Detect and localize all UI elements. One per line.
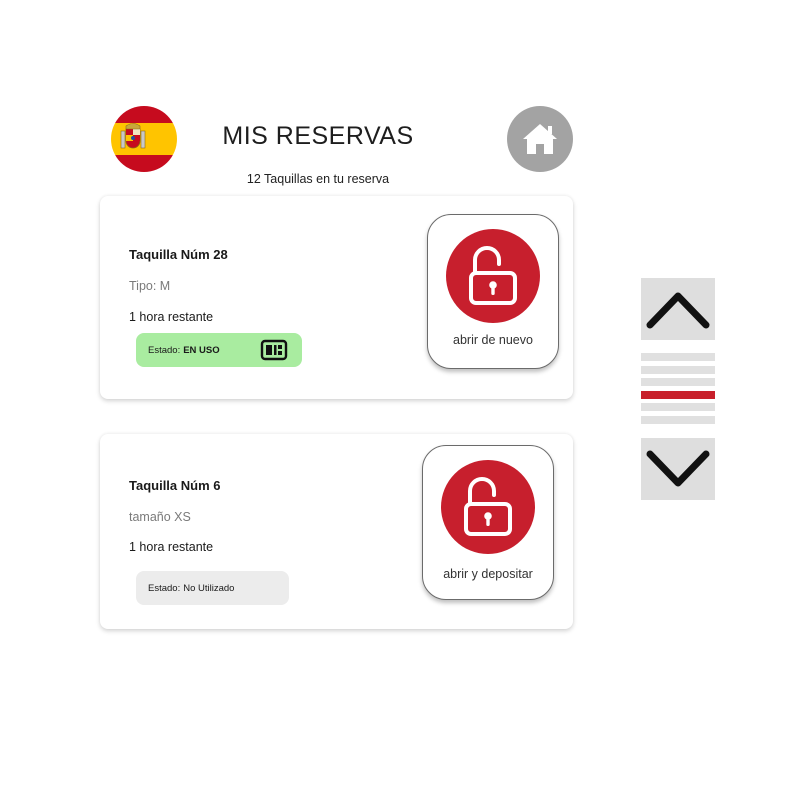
unlock-icon (446, 229, 540, 323)
reservation-count: 12 Taquillas en tu reserva (246, 172, 390, 186)
status-badge: Estado: EN USO (136, 333, 302, 367)
locker-name: Taquilla Núm 28 (129, 247, 228, 262)
status-value: No Utilizado (183, 582, 235, 594)
scroll-page-marker-active (641, 391, 715, 399)
home-icon (523, 124, 557, 154)
scroll-page-marker (641, 366, 715, 374)
chevron-down-icon (646, 450, 710, 487)
reopen-label: abrir de nuevo (453, 333, 533, 347)
status-label: Estado: (148, 344, 181, 356)
reservation-card: Taquilla Núm 6 tamaño XS 1 hora restante… (100, 434, 573, 629)
unlock-icon (441, 460, 535, 554)
status-label: Estado: (148, 582, 181, 594)
reopen-locker-button[interactable]: abrir de nuevo (427, 214, 559, 369)
time-remaining: 1 hora restante (129, 310, 214, 324)
home-button[interactable] (507, 106, 573, 172)
locker-size: tamaño XS (129, 510, 191, 524)
spain-flag-icon (111, 106, 177, 172)
scroll-page-marker (641, 378, 715, 386)
chevron-up-icon (646, 292, 710, 329)
page-title: MIS RESERVAS (222, 122, 414, 150)
locker-type: Tipo: M (129, 279, 171, 293)
scroll-down-button[interactable] (641, 438, 715, 500)
scroll-up-button[interactable] (641, 278, 715, 340)
open-and-deposit-button[interactable]: abrir y depositar (422, 445, 554, 600)
scroll-page-marker (641, 403, 715, 411)
scroll-page-marker (641, 416, 715, 424)
spain-flag-language-button[interactable] (111, 106, 177, 172)
time-remaining: 1 hora restante (129, 540, 214, 554)
open-deposit-label: abrir y depositar (443, 567, 533, 581)
qr-code-icon[interactable] (260, 339, 288, 364)
scroll-page-marker (641, 353, 715, 361)
reservations-screen: MIS RESERVAS 12 Taquillas en tu reserva … (0, 0, 800, 800)
locker-name: Taquilla Núm 6 (129, 478, 221, 493)
status-value: EN USO (183, 344, 220, 356)
scroll-position-indicator (641, 353, 715, 425)
status-badge: Estado: No Utilizado (136, 571, 289, 605)
reservation-card: Taquilla Núm 28 Tipo: M 1 hora restante … (100, 196, 573, 399)
